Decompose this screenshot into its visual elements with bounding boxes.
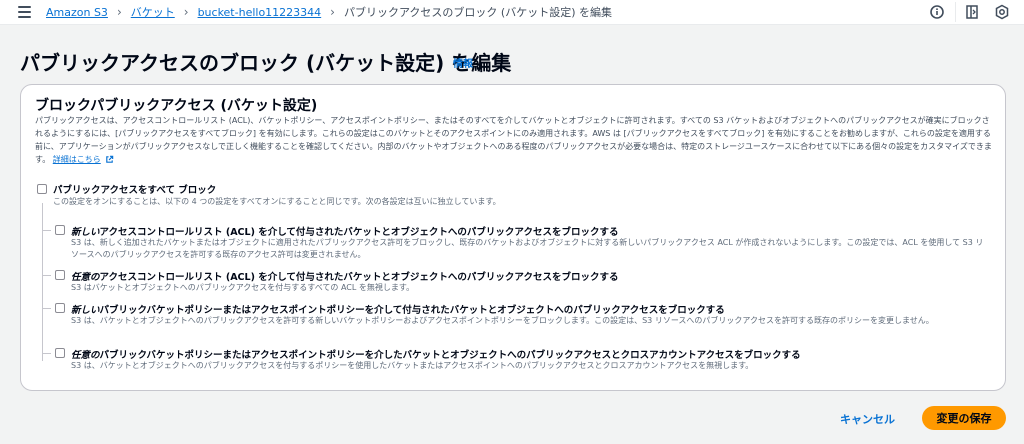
panel-description: パブリックアクセスは、アクセスコントロールリスト (ACL)、バケットポリシー、…	[35, 114, 993, 166]
settings-icon[interactable]	[993, 3, 1011, 21]
breadcrumb-current-page: パブリックアクセスのブロック (バケット設定) を編集	[343, 6, 613, 19]
chevron-right-icon: ›	[330, 5, 335, 19]
tree-connector-branch	[42, 308, 51, 309]
breadcrumb-buckets[interactable]: バケット	[131, 4, 175, 20]
option-label-new-acl: 新しいアクセスコントロールリスト (ACL) を介して付与されたバケットとオブジ…	[71, 224, 618, 238]
chevron-right-icon: ›	[183, 5, 189, 19]
learn-more-link[interactable]: 詳細はこちら	[53, 155, 101, 164]
option-checkbox-new-acl[interactable]	[55, 225, 65, 235]
block-public-access-panel: ブロックパブリックアクセス (バケット設定) パブリックアクセスは、アクセスコン…	[20, 84, 1006, 391]
option-checkbox-any-policy[interactable]	[55, 348, 65, 358]
breadcrumb-amazon-s3[interactable]: Amazon S3	[46, 6, 108, 19]
option-label-any-acl: 任意のアクセスコントロールリスト (ACL) を介して付与されたバケットとオブジ…	[71, 269, 618, 283]
info-circle-icon[interactable]	[928, 3, 946, 21]
option-checkbox-any-acl[interactable]	[55, 270, 65, 280]
page-title: パブリックアクセスのブロック (バケット設定) を編集	[20, 51, 512, 75]
notifications-panel-icon[interactable]	[963, 3, 981, 21]
block-all-description: この設定をオンにすることは、以下の 4 つの設定をすべてオンにすることと同じです…	[53, 197, 501, 206]
breadcrumb-bucket-name[interactable]: bucket-hello11223344	[198, 6, 322, 19]
toolbar-divider	[955, 2, 956, 22]
block-all-label: パブリックアクセスをすべて ブロック	[53, 185, 217, 196]
tree-connector-branch	[42, 275, 51, 276]
cancel-button[interactable]: キャンセル	[840, 411, 895, 427]
option-description-new-acl: S3 は、新しく追加されたバケットまたはオブジェクトに適用されたパブリックアクセ…	[71, 238, 984, 259]
panel-title: ブロックパブリックアクセス (バケット設定)	[35, 98, 318, 114]
tree-connector-branch	[42, 353, 51, 354]
panel-description-text: パブリックアクセスは、アクセスコントロールリスト (ACL)、バケットポリシー、…	[35, 116, 992, 164]
external-link-icon	[106, 155, 114, 163]
block-all-checkbox[interactable]	[37, 184, 47, 194]
chevron-right-icon: ›	[116, 5, 122, 19]
option-description-any-policy: S3 は、バケットとオブジェクトへのパブリックアクセスを付与するポリシーを使用し…	[71, 361, 754, 370]
top-navigation-bar: Amazon S3 › バケット › bucket-hello11223344 …	[0, 0, 1024, 25]
save-changes-button[interactable]: 変更の保存	[922, 406, 1006, 430]
option-description-new-policy: S3 は、バケットとオブジェクトへのパブリックアクセスを許可する新しいバケットポ…	[71, 316, 934, 325]
breadcrumb: Amazon S3 › バケット › bucket-hello11223344 …	[46, 4, 612, 20]
menu-icon[interactable]	[18, 6, 31, 18]
option-label-any-policy: 任意のパブリックバケットポリシーまたはアクセスポイントポリシーを介したバケットと…	[71, 347, 801, 361]
tree-connector-line	[42, 203, 43, 361]
tree-connector-branch	[42, 230, 51, 231]
option-label-new-policy: 新しいパブリックバケットポリシーまたはアクセスポイントポリシーを介して付与された…	[71, 302, 725, 316]
option-checkbox-new-policy[interactable]	[55, 303, 65, 313]
option-description-any-acl: S3 はバケットとオブジェクトへのパブリックアクセスを付与するすべての ACL …	[71, 283, 415, 292]
info-link[interactable]: 情報	[453, 55, 473, 70]
